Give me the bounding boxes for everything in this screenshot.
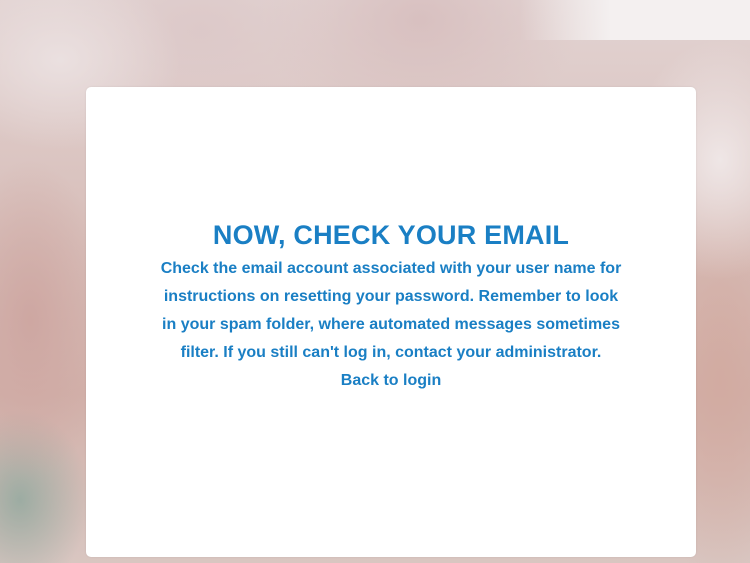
back-to-login-link[interactable]: Back to login [341, 367, 441, 395]
instruction-message: Check the email account associated with … [160, 260, 622, 361]
password-reset-confirmation-card: NOW, CHECK YOUR EMAIL Check the email ac… [86, 87, 696, 557]
background-highlight [520, 0, 750, 40]
confirmation-content: NOW, CHECK YOUR EMAIL Check the email ac… [86, 215, 696, 395]
page-title: NOW, CHECK YOUR EMAIL [212, 220, 570, 250]
